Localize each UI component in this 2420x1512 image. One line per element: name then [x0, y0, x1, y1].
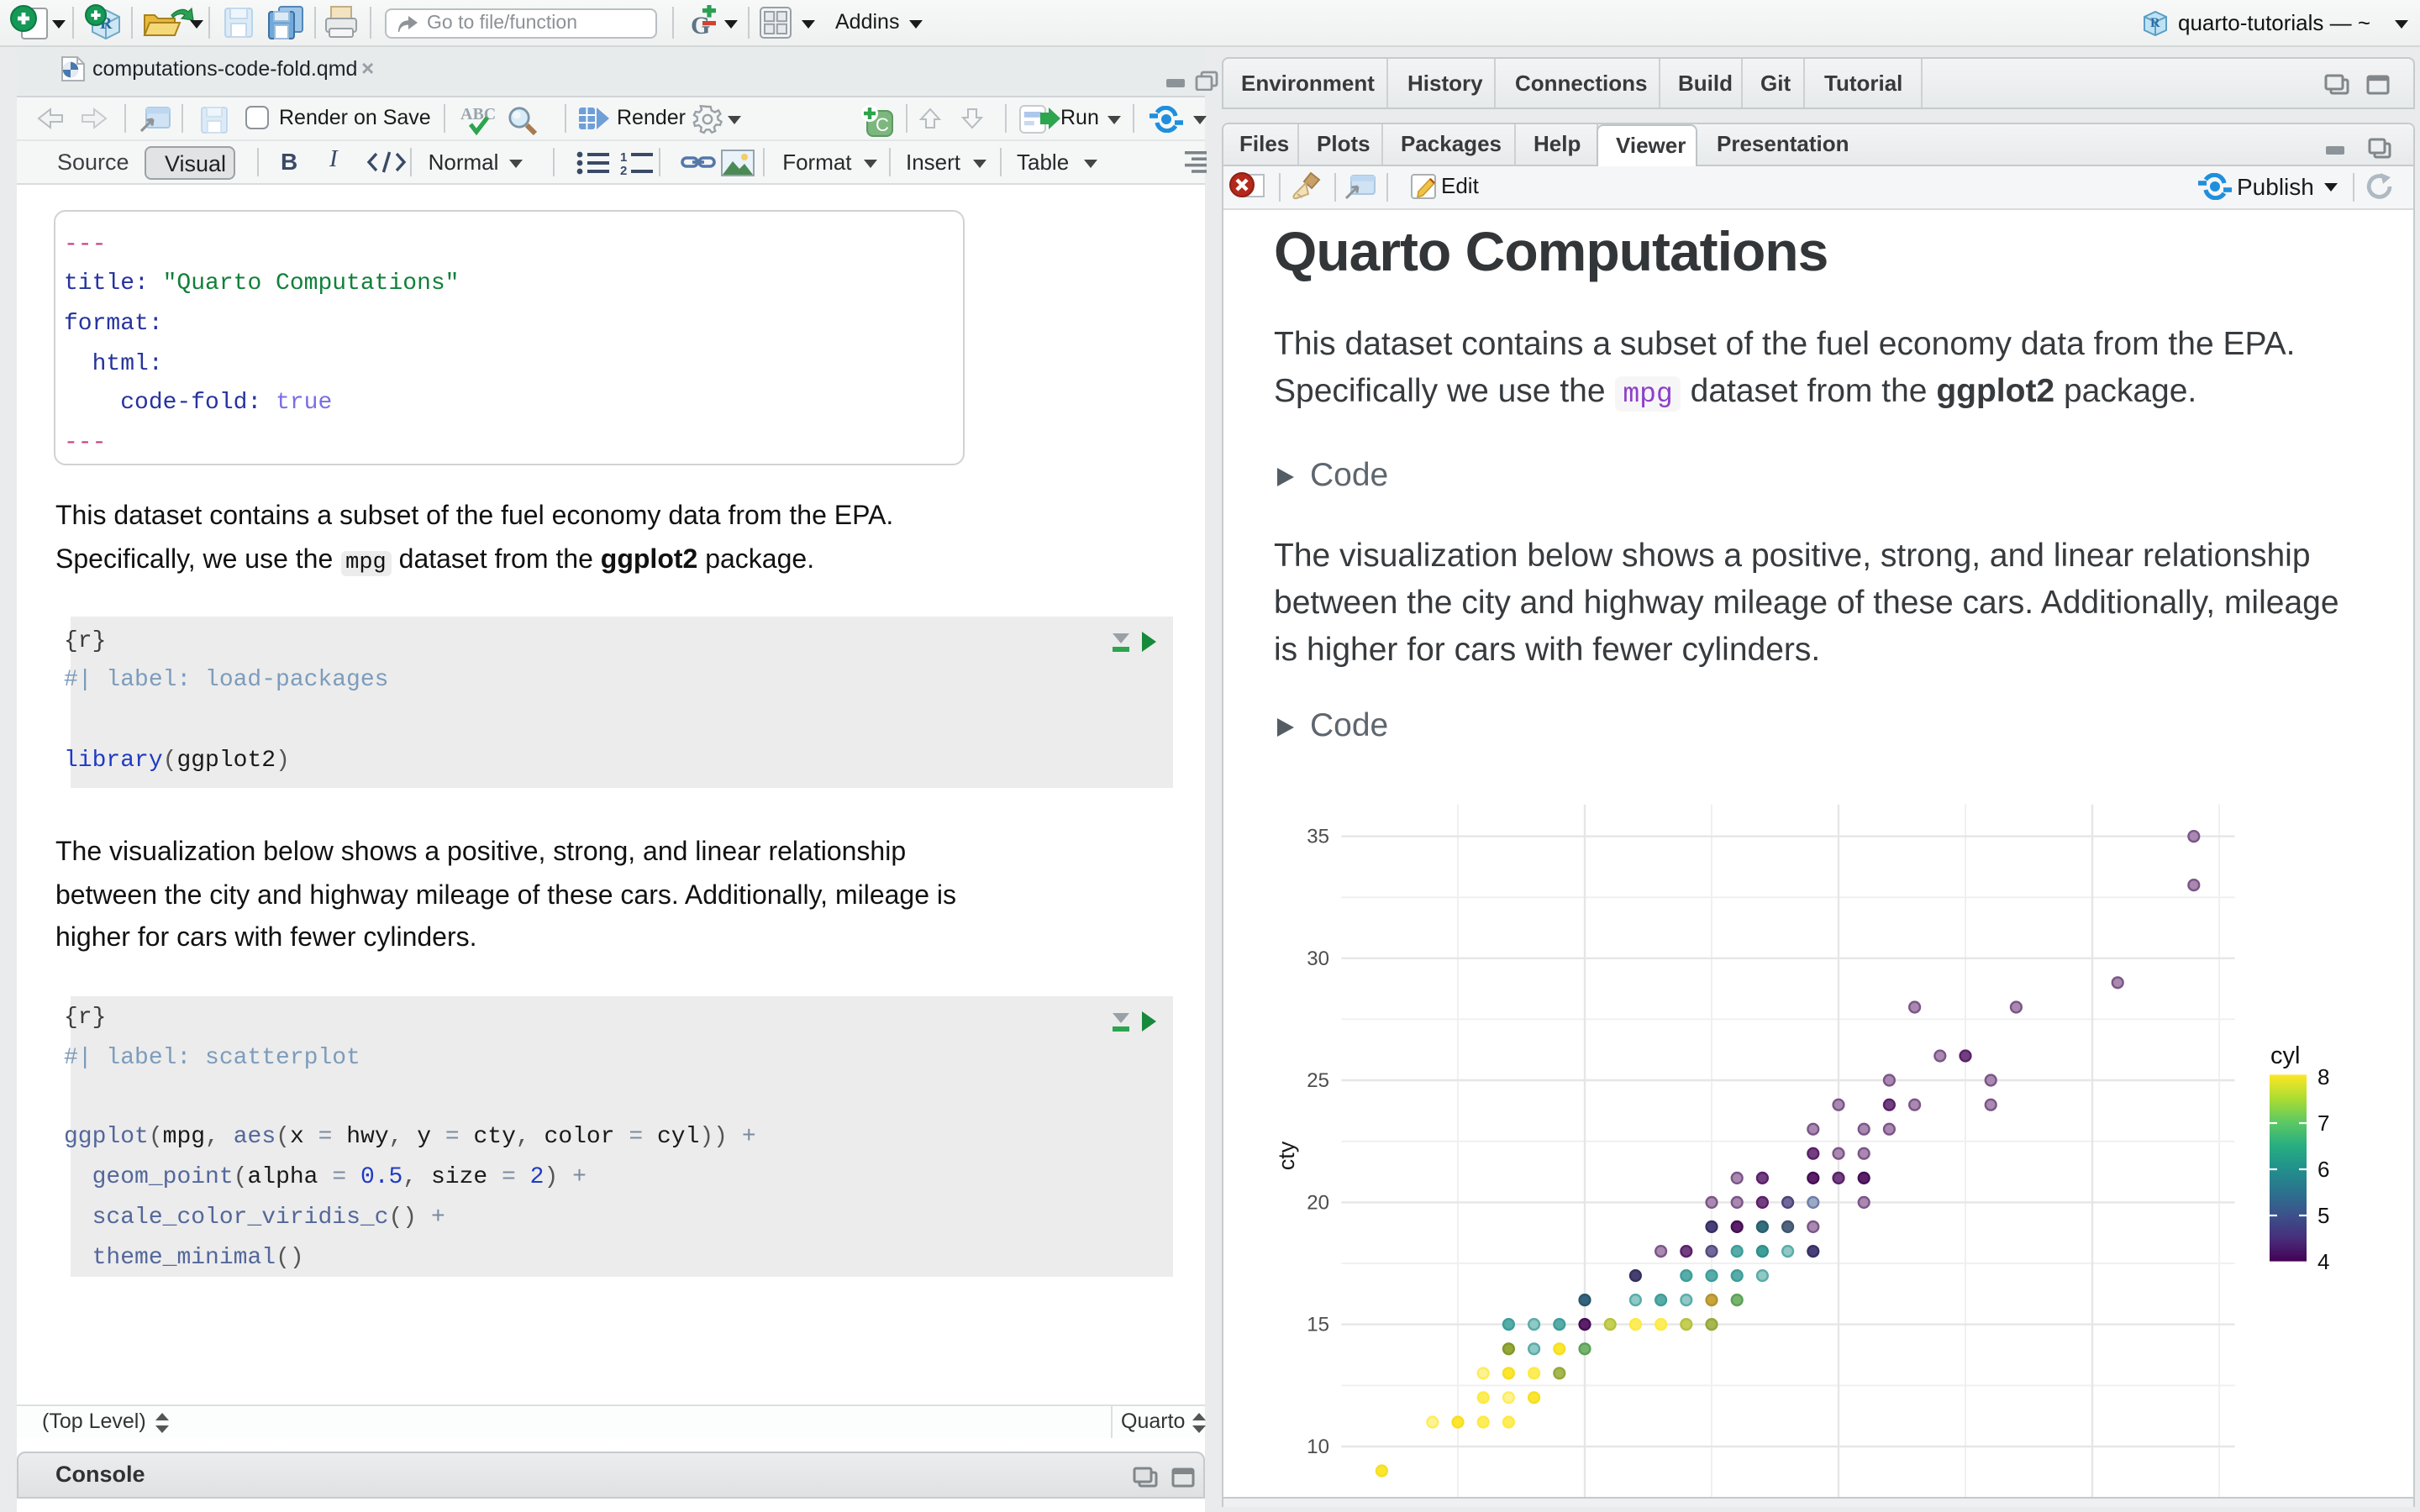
svg-text:1: 1: [619, 151, 626, 165]
svg-text:2: 2: [619, 164, 626, 175]
svg-text:C: C: [876, 113, 889, 134]
svg-text:ABC: ABC: [460, 105, 496, 123]
svg-text:R: R: [2150, 16, 2160, 30]
